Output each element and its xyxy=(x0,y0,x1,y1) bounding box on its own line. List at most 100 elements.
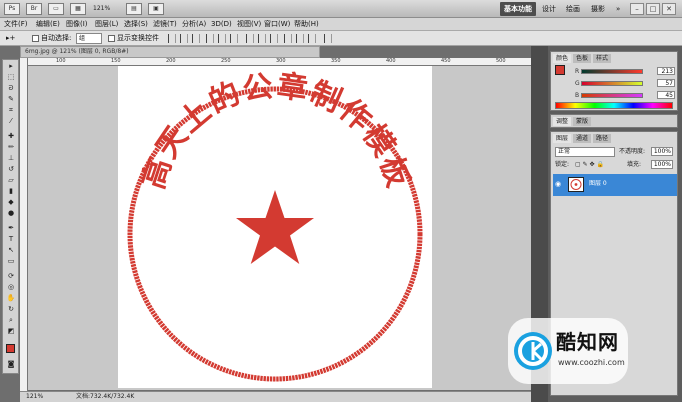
blur-tool-icon[interactable]: ◆ xyxy=(5,198,17,207)
red-value-input[interactable]: 213 xyxy=(657,67,675,75)
foreground-color-swatch[interactable] xyxy=(6,344,15,353)
brush-tool-icon[interactable]: ✏ xyxy=(5,143,17,152)
lasso-tool-icon[interactable]: ᘐ xyxy=(5,84,17,93)
show-transform-checkbox[interactable] xyxy=(108,35,115,42)
document-tab[interactable]: 6mg.jpg @ 121% (图层 0, RGB/8#) xyxy=(20,46,320,58)
align-left-icon[interactable] xyxy=(206,34,214,43)
align-top-icon[interactable] xyxy=(168,34,176,43)
autoselect-checkbox[interactable] xyxy=(32,35,39,42)
view-extras-icon[interactable]: ▦ xyxy=(70,3,86,15)
gradient-tool-icon[interactable]: ▮ xyxy=(5,187,17,196)
document-canvas[interactable]: 高天上的公章制作模板 xyxy=(118,66,432,388)
rotate-view-tool-icon[interactable]: ↻ xyxy=(5,305,17,314)
lock-icons[interactable]: ▢ ✎ ✥ 🔒 xyxy=(575,160,604,169)
menu-select[interactable]: 选择(S) xyxy=(124,19,148,30)
shape-tool-icon[interactable]: ▭ xyxy=(5,257,17,266)
blue-value-input[interactable]: 45 xyxy=(657,91,675,99)
tab-color[interactable]: 颜色 xyxy=(553,54,572,63)
bridge-icon[interactable]: Br xyxy=(26,3,42,15)
menu-view[interactable]: 视图(V) xyxy=(237,19,261,30)
menu-help[interactable]: 帮助(H) xyxy=(294,19,319,30)
quick-select-tool-icon[interactable]: ✎ xyxy=(5,95,17,104)
quick-mask-icon[interactable]: ◙ xyxy=(5,360,17,369)
layer-row[interactable]: ◉ 图层 0 xyxy=(553,174,677,196)
clone-stamp-tool-icon[interactable]: ⊥ xyxy=(5,154,17,163)
tab-channels[interactable]: 通道 xyxy=(573,134,592,143)
align-right-icon[interactable] xyxy=(230,34,238,43)
layer-name[interactable]: 图层 0 xyxy=(589,179,607,189)
watermark-title: 酷知网 xyxy=(556,330,619,354)
red-slider[interactable] xyxy=(581,69,643,74)
mini-bridge-icon[interactable]: ▭ xyxy=(48,3,64,15)
tab-paths[interactable]: 路径 xyxy=(593,134,612,143)
zoom-tool-icon[interactable]: ⌕ xyxy=(5,316,17,325)
tab-styles[interactable]: 样式 xyxy=(593,54,612,63)
screen-mode-icon[interactable]: ▣ xyxy=(148,3,164,15)
menu-file[interactable]: 文件(F) xyxy=(4,19,28,30)
history-brush-tool-icon[interactable]: ↺ xyxy=(5,165,17,174)
menu-edit[interactable]: 编辑(E) xyxy=(36,19,60,30)
3d-rotate-tool-icon[interactable]: ⟳ xyxy=(5,272,17,281)
opacity-input[interactable]: 100% xyxy=(651,147,673,156)
move-tool-icon[interactable]: ▸ xyxy=(5,62,17,71)
tab-swatches[interactable]: 色板 xyxy=(573,54,592,63)
fill-input[interactable]: 100% xyxy=(651,160,673,169)
menu-filter[interactable]: 滤镜(T) xyxy=(153,19,177,30)
menu-image[interactable]: 图像(I) xyxy=(66,19,88,30)
menu-analysis[interactable]: 分析(A) xyxy=(182,19,206,30)
pen-tool-icon[interactable]: ✒ xyxy=(5,224,17,233)
align-bottom-icon[interactable] xyxy=(192,34,200,43)
menu-layer[interactable]: 图层(L) xyxy=(95,19,118,30)
blue-slider[interactable] xyxy=(581,93,643,98)
workspace-painting-button[interactable]: 绘画 xyxy=(562,2,584,16)
3d-orbit-tool-icon[interactable]: ◎ xyxy=(5,283,17,292)
status-zoom[interactable]: 121% xyxy=(26,392,43,402)
ruler-tick: 350 xyxy=(331,58,341,64)
hand-tool-icon[interactable]: ✋ xyxy=(5,294,17,303)
arrange-documents-icon[interactable]: ▤ xyxy=(126,3,142,15)
eyedropper-tool-icon[interactable]: ⁄ xyxy=(5,117,17,126)
type-tool-icon[interactable]: T xyxy=(5,235,17,244)
green-value-input[interactable]: 57 xyxy=(657,79,675,87)
align-hcenter-icon[interactable] xyxy=(218,34,226,43)
workspace-photography-button[interactable]: 摄影 xyxy=(587,2,609,16)
dodge-tool-icon[interactable]: ● xyxy=(5,209,17,218)
path-select-tool-icon[interactable]: ↖ xyxy=(5,246,17,255)
distribute-top-icon[interactable] xyxy=(246,34,254,43)
eye-icon[interactable]: ◉ xyxy=(555,180,563,188)
default-colors-icon[interactable]: ◩ xyxy=(5,327,17,336)
zoom-level-dropdown[interactable]: 121% xyxy=(93,4,121,14)
distribute-hcenter-icon[interactable] xyxy=(296,34,304,43)
green-slider[interactable] xyxy=(581,81,643,86)
more-workspaces-button[interactable]: » xyxy=(612,2,624,16)
tab-adjustments[interactable]: 调整 xyxy=(553,117,572,126)
distribute-bottom-icon[interactable] xyxy=(270,34,278,43)
minimize-icon[interactable]: – xyxy=(630,3,644,15)
distribute-vcenter-icon[interactable] xyxy=(258,34,266,43)
workspace-design-button[interactable]: 设计 xyxy=(538,2,560,16)
crop-tool-icon[interactable]: ⌗ xyxy=(5,106,17,115)
move-tool-preset-icon[interactable]: ▸+ xyxy=(6,33,15,44)
distribute-right-icon[interactable] xyxy=(308,34,316,43)
color-spectrum-bar[interactable] xyxy=(555,102,673,109)
seal-graphic: 高天上的公章制作模板 xyxy=(127,69,423,382)
tab-masks[interactable]: 蒙版 xyxy=(573,117,592,126)
workspace-essentials-button[interactable]: 基本功能 xyxy=(500,2,536,16)
auto-align-icon[interactable] xyxy=(324,34,332,43)
autoselect-dropdown[interactable]: 组 xyxy=(76,33,102,44)
healing-brush-tool-icon[interactable]: ✚ xyxy=(5,132,17,141)
eraser-tool-icon[interactable]: ▱ xyxy=(5,176,17,185)
tab-layers[interactable]: 图层 xyxy=(553,134,572,143)
maximize-icon[interactable]: □ xyxy=(646,3,660,15)
close-icon[interactable]: ✕ xyxy=(662,3,676,15)
color-panel-foreground-swatch[interactable] xyxy=(555,65,565,75)
distribute-left-icon[interactable] xyxy=(284,34,292,43)
align-vcenter-icon[interactable] xyxy=(180,34,188,43)
menu-window[interactable]: 窗口(W) xyxy=(264,19,290,30)
status-bar: 121% 文档:732.4K/732.4K xyxy=(20,391,531,402)
menu-3d[interactable]: 3D(D) xyxy=(211,19,232,30)
blend-mode-dropdown[interactable]: 正常 xyxy=(555,147,615,157)
ruler-tick: 250 xyxy=(221,58,231,64)
marquee-tool-icon[interactable]: ⬚ xyxy=(5,73,17,82)
ruler-tick: 450 xyxy=(441,58,451,64)
